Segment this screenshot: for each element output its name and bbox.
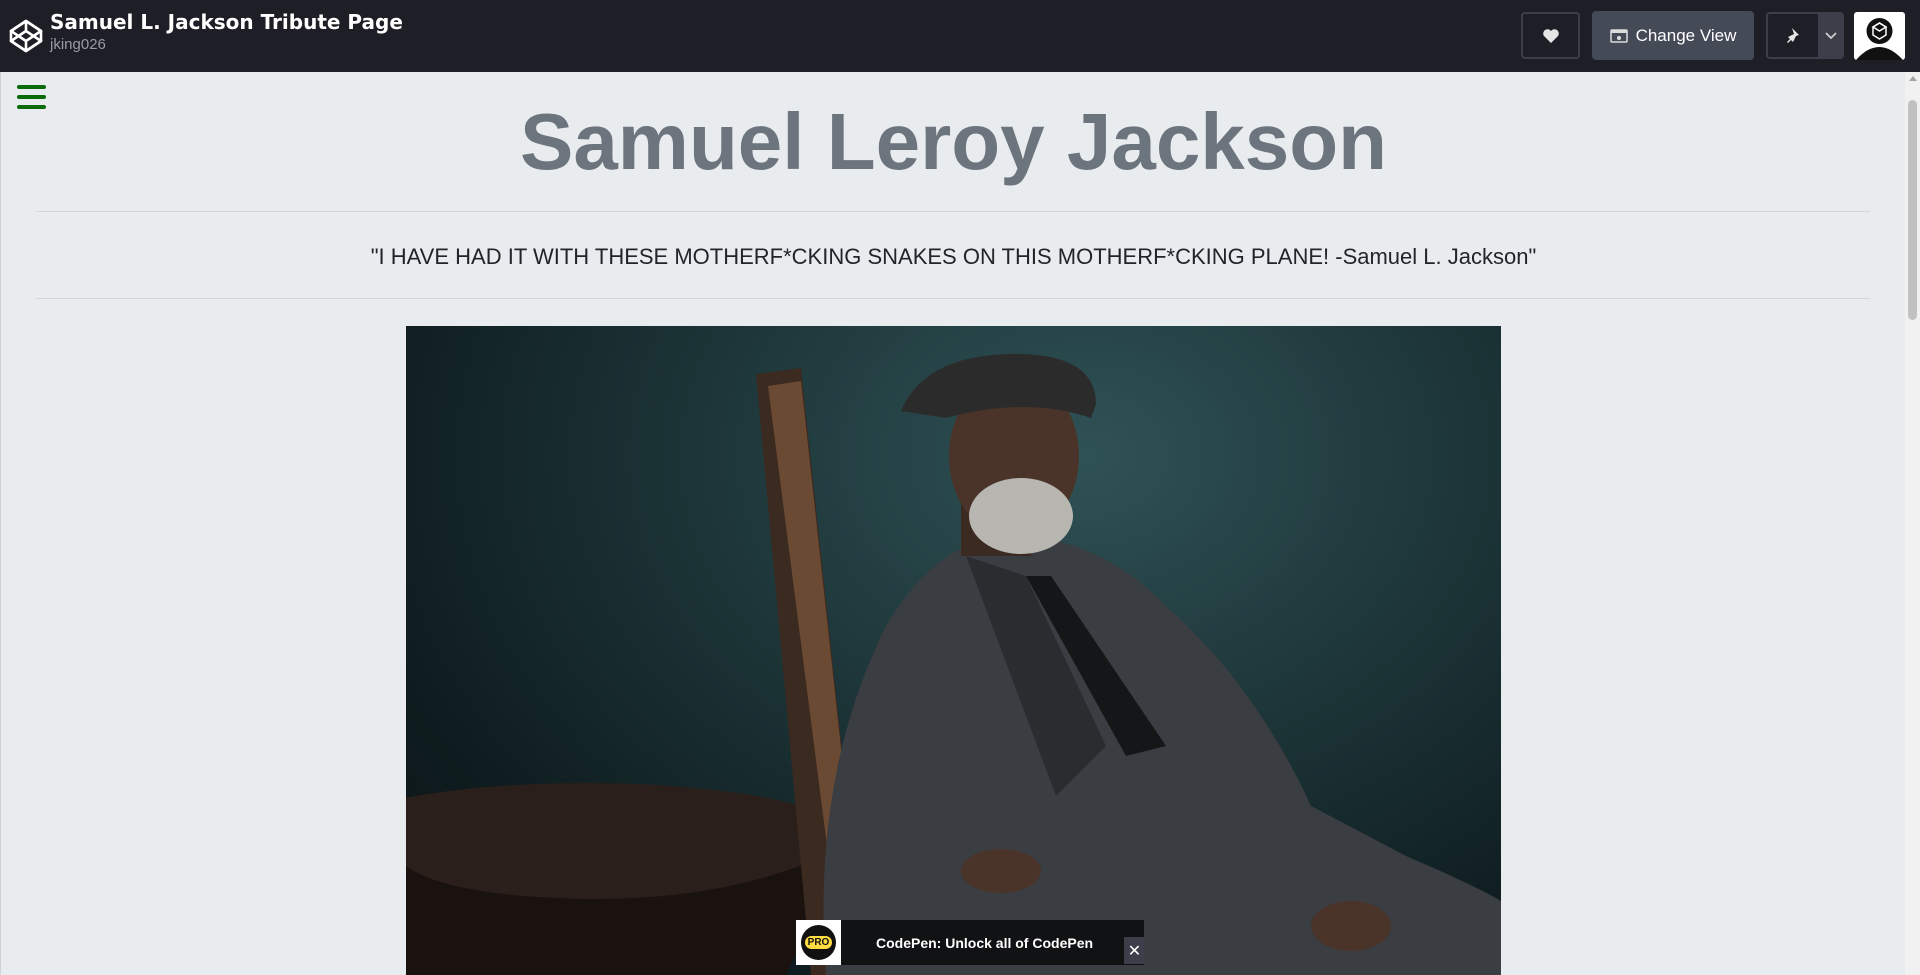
close-icon[interactable]: ✕ xyxy=(1124,937,1145,964)
codepen-logo-icon[interactable] xyxy=(8,18,44,54)
pro-badge-icon: PRO xyxy=(796,920,841,965)
quote-text: "I HAVE HAD IT WITH THESE MOTHERF*CKING … xyxy=(370,244,1537,269)
scroll-up-arrow[interactable] xyxy=(1909,76,1917,81)
chevron-down-icon xyxy=(1825,31,1837,39)
scrollbar-thumb[interactable] xyxy=(1908,100,1917,320)
pin-icon xyxy=(1787,27,1799,43)
divider xyxy=(36,211,1870,212)
like-button[interactable] xyxy=(1521,12,1580,59)
pen-title-block: Samuel L. Jackson Tribute Page jking026 xyxy=(50,9,403,55)
pro-promo-toast[interactable]: PRO CodePen: Unlock all of CodePen xyxy=(796,920,1144,965)
pro-badge-label: PRO xyxy=(804,936,833,949)
divider xyxy=(36,298,1870,299)
change-view-icon xyxy=(1609,28,1628,43)
change-view-button[interactable]: Change View xyxy=(1592,11,1754,60)
pin-dropdown-button[interactable] xyxy=(1818,12,1844,59)
page-title: Samuel Leroy Jackson xyxy=(519,97,1388,186)
promo-text[interactable]: CodePen: Unlock all of CodePen xyxy=(876,935,1093,951)
change-view-label: Change View xyxy=(1635,25,1737,45)
codepen-header: Samuel L. Jackson Tribute Page jking026 … xyxy=(0,0,1920,72)
pen-preview: Samuel Leroy Jackson "I HAVE HAD IT WITH… xyxy=(0,72,1920,975)
pin-button[interactable] xyxy=(1766,12,1820,59)
pen-author[interactable]: jking026 xyxy=(50,35,403,55)
tribute-photo xyxy=(406,326,1501,975)
heart-icon xyxy=(1542,28,1559,43)
user-avatar[interactable] xyxy=(1854,12,1905,60)
pen-title[interactable]: Samuel L. Jackson Tribute Page xyxy=(50,9,403,35)
